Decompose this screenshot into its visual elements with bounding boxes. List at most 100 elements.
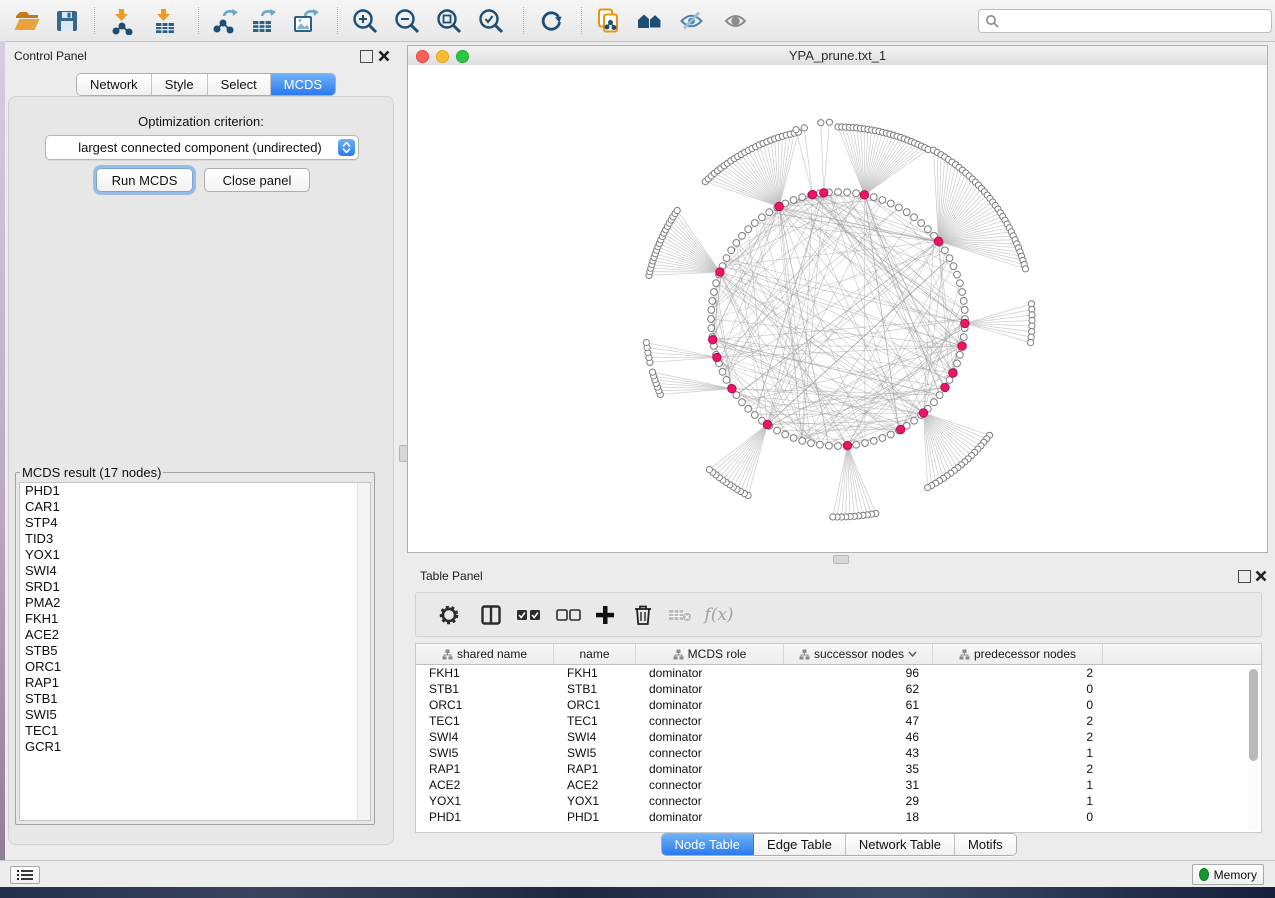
cell-MCDS-role[interactable]: connector xyxy=(636,793,784,809)
cell-name[interactable]: SWI4 xyxy=(554,729,636,745)
table-tab-node-table[interactable]: Node Table xyxy=(662,834,755,855)
cell-MCDS-role[interactable]: dominator xyxy=(636,681,784,697)
table-scrollbar-thumb[interactable] xyxy=(1249,669,1258,761)
cell-name[interactable]: PHD1 xyxy=(554,809,636,825)
cell-shared-name[interactable]: RAP1 xyxy=(416,761,554,777)
status-menu-button[interactable] xyxy=(10,866,40,884)
cell-predecessor-nodes[interactable]: 2 xyxy=(933,729,1103,745)
mcds-result-item[interactable]: SRD1 xyxy=(20,579,370,595)
cell-MCDS-role[interactable]: dominator xyxy=(636,809,784,825)
select-all-rows-icon[interactable] xyxy=(514,602,544,628)
cell-shared-name[interactable]: STB1 xyxy=(416,681,554,697)
cell-predecessor-nodes[interactable]: 2 xyxy=(933,761,1103,777)
table-row[interactable]: ACE2ACE2connector311 xyxy=(416,777,1261,793)
mcds-result-item[interactable]: CAR1 xyxy=(20,499,370,515)
save-session-icon[interactable] xyxy=(52,6,82,36)
mcds-result-item[interactable]: PHD1 xyxy=(20,483,370,499)
show-columns-icon[interactable] xyxy=(478,602,504,628)
mcds-result-item[interactable]: TEC1 xyxy=(20,723,370,739)
cell-successor-nodes[interactable]: 29 xyxy=(784,793,933,809)
cell-shared-name[interactable]: ACE2 xyxy=(416,777,554,793)
column-header-MCDS-role[interactable]: MCDS role xyxy=(636,644,784,664)
export-network-icon[interactable] xyxy=(210,6,240,36)
cell-MCDS-role[interactable]: dominator xyxy=(636,729,784,745)
mcds-result-item[interactable]: STB1 xyxy=(20,691,370,707)
mcds-result-item[interactable]: PMA2 xyxy=(20,595,370,611)
export-image-icon[interactable] xyxy=(290,6,320,36)
cell-successor-nodes[interactable]: 61 xyxy=(784,697,933,713)
mcds-list-scrollbar[interactable] xyxy=(357,483,370,820)
mcds-result-item[interactable]: SWI5 xyxy=(20,707,370,723)
cell-predecessor-nodes[interactable]: 1 xyxy=(933,777,1103,793)
apply-preferred-layout-icon[interactable] xyxy=(536,6,566,36)
mcds-result-item[interactable]: RAP1 xyxy=(20,675,370,691)
table-row[interactable]: FKH1FKH1dominator962 xyxy=(416,665,1261,681)
deselect-all-rows-icon[interactable] xyxy=(554,602,584,628)
cell-name[interactable]: FKH1 xyxy=(554,665,636,681)
first-neighbors-icon[interactable] xyxy=(635,6,665,36)
mcds-result-item[interactable]: FKH1 xyxy=(20,611,370,627)
mcds-result-item[interactable]: STB5 xyxy=(20,643,370,659)
column-header-shared-name[interactable]: shared name xyxy=(416,644,554,664)
cell-successor-nodes[interactable]: 18 xyxy=(784,809,933,825)
criterion-dropdown[interactable]: largest connected component (undirected) xyxy=(45,135,359,160)
table-row[interactable]: TEC1TEC1connector472 xyxy=(416,713,1261,729)
float-table-panel-icon[interactable] xyxy=(1238,570,1251,583)
search-input[interactable] xyxy=(1003,13,1265,30)
tab-mcds[interactable]: MCDS xyxy=(271,74,335,95)
mcds-result-item[interactable]: TID3 xyxy=(20,531,370,547)
cell-successor-nodes[interactable]: 31 xyxy=(784,777,933,793)
run-mcds-button[interactable]: Run MCDS xyxy=(96,168,193,192)
network-window-titlebar[interactable]: YPA_prune.txt_1 xyxy=(408,46,1267,66)
mcds-result-item[interactable]: ACE2 xyxy=(20,627,370,643)
table-tab-network-table[interactable]: Network Table xyxy=(846,834,955,855)
cell-predecessor-nodes[interactable]: 1 xyxy=(933,745,1103,761)
cell-successor-nodes[interactable]: 46 xyxy=(784,729,933,745)
cell-predecessor-nodes[interactable]: 2 xyxy=(933,713,1103,729)
close-panel-button[interactable]: Close panel xyxy=(204,168,310,192)
export-table-icon[interactable] xyxy=(248,6,278,36)
cell-MCDS-role[interactable]: dominator xyxy=(636,665,784,681)
cell-shared-name[interactable]: PHD1 xyxy=(416,809,554,825)
cell-name[interactable]: STB1 xyxy=(554,681,636,697)
cell-successor-nodes[interactable]: 62 xyxy=(784,681,933,697)
table-row[interactable]: PHD1PHD1dominator180 xyxy=(416,809,1261,825)
table-row[interactable]: RAP1RAP1dominator352 xyxy=(416,761,1261,777)
table-row[interactable]: YOX1YOX1connector291 xyxy=(416,793,1261,809)
cell-MCDS-role[interactable]: dominator xyxy=(636,761,784,777)
table-tab-motifs[interactable]: Motifs xyxy=(955,834,1016,855)
cell-MCDS-role[interactable]: connector xyxy=(636,713,784,729)
horizontal-split-handle[interactable] xyxy=(833,555,849,564)
zoom-fit-content-icon[interactable] xyxy=(434,6,464,36)
table-mode-gear-icon[interactable] xyxy=(436,602,462,628)
tab-style[interactable]: Style xyxy=(152,74,208,95)
cell-predecessor-nodes[interactable]: 0 xyxy=(933,697,1103,713)
close-table-panel-icon[interactable] xyxy=(1255,570,1267,582)
cell-name[interactable]: ORC1 xyxy=(554,697,636,713)
cell-successor-nodes[interactable]: 96 xyxy=(784,665,933,681)
create-column-icon[interactable] xyxy=(592,602,618,628)
cell-shared-name[interactable]: TEC1 xyxy=(416,713,554,729)
cell-predecessor-nodes[interactable]: 0 xyxy=(933,681,1103,697)
open-session-icon[interactable] xyxy=(12,6,42,36)
table-row[interactable]: SWI5SWI5connector431 xyxy=(416,745,1261,761)
cell-MCDS-role[interactable]: connector xyxy=(636,777,784,793)
cell-MCDS-role[interactable]: dominator xyxy=(636,697,784,713)
mcds-result-list[interactable]: PHD1CAR1STP4TID3YOX1SWI4SRD1PMA2FKH1ACE2… xyxy=(19,482,371,821)
hide-selected-icon[interactable] xyxy=(677,6,707,36)
new-network-from-selection-icon[interactable] xyxy=(593,6,623,36)
cell-name[interactable]: TEC1 xyxy=(554,713,636,729)
zoom-in-icon[interactable] xyxy=(350,6,380,36)
cell-shared-name[interactable]: FKH1 xyxy=(416,665,554,681)
cell-name[interactable]: SWI5 xyxy=(554,745,636,761)
tab-network[interactable]: Network xyxy=(77,74,152,95)
mcds-result-item[interactable]: ORC1 xyxy=(20,659,370,675)
network-view[interactable] xyxy=(408,65,1267,552)
cell-predecessor-nodes[interactable]: 1 xyxy=(933,793,1103,809)
import-table-icon[interactable] xyxy=(150,6,180,36)
column-header-successor-nodes[interactable]: successor nodes xyxy=(784,644,933,664)
table-row[interactable]: ORC1ORC1dominator610 xyxy=(416,697,1261,713)
column-header-name[interactable]: name xyxy=(554,644,636,664)
cell-successor-nodes[interactable]: 35 xyxy=(784,761,933,777)
cell-name[interactable]: ACE2 xyxy=(554,777,636,793)
